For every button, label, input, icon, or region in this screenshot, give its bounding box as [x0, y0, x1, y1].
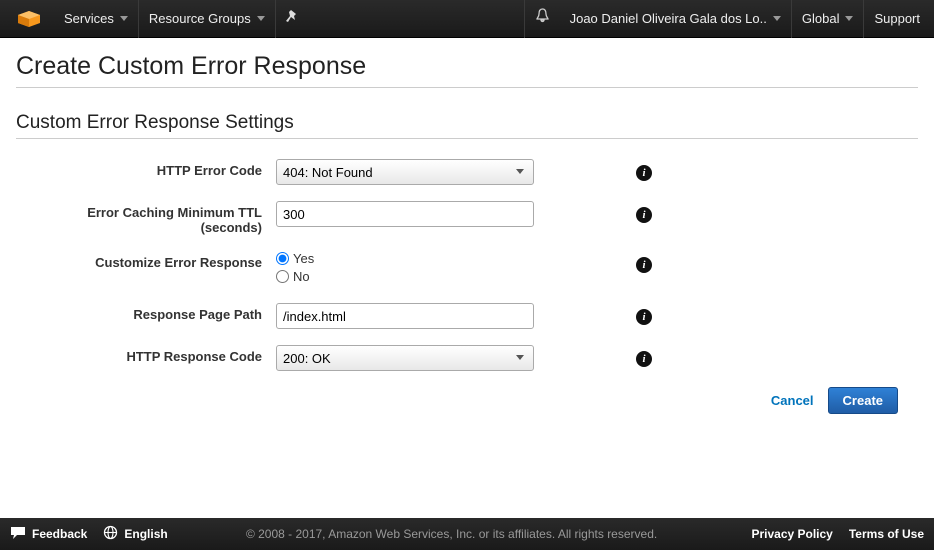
chevron-down-icon — [773, 16, 781, 21]
user-label: Joao Daniel Oliveira Gala dos Lo.. — [570, 11, 767, 26]
terms-link[interactable]: Terms of Use — [849, 527, 924, 541]
speech-bubble-icon — [10, 526, 26, 543]
form-actions: Cancel Create — [16, 387, 918, 414]
customize-yes-radio[interactable] — [276, 252, 289, 265]
customize-no-radio[interactable] — [276, 270, 289, 283]
row-http-error-code: HTTP Error Code 404: Not Found i — [16, 159, 918, 185]
http-error-code-select[interactable]: 404: Not Found — [276, 159, 534, 185]
bell-icon — [535, 8, 550, 29]
page-path-input[interactable] — [276, 303, 534, 329]
settings-form: HTTP Error Code 404: Not Found i Error C… — [16, 159, 918, 371]
support-label: Support — [874, 11, 920, 26]
chevron-down-icon — [845, 16, 853, 21]
ttl-input[interactable] — [276, 201, 534, 227]
pin-button[interactable] — [276, 0, 308, 38]
label-http-error-code: HTTP Error Code — [16, 159, 276, 178]
aws-logo-icon[interactable] — [14, 9, 44, 29]
info-http-response-code[interactable]: i — [636, 345, 652, 367]
http-response-code-select[interactable]: 200: OK — [276, 345, 534, 371]
resource-groups-label: Resource Groups — [149, 11, 251, 26]
info-http-error-code[interactable]: i — [636, 159, 652, 181]
info-page-path[interactable]: i — [636, 303, 652, 325]
info-icon: i — [636, 257, 652, 273]
customize-no-option[interactable]: No — [276, 269, 536, 284]
create-button[interactable]: Create — [828, 387, 898, 414]
label-page-path: Response Page Path — [16, 303, 276, 322]
info-icon: i — [636, 309, 652, 325]
top-nav: Services Resource Groups Joao Daniel Oli… — [0, 0, 934, 38]
services-label: Services — [64, 11, 114, 26]
region-label: Global — [802, 11, 840, 26]
user-menu[interactable]: Joao Daniel Oliveira Gala dos Lo.. — [560, 0, 792, 38]
label-customize: Customize Error Response — [16, 251, 276, 270]
privacy-link[interactable]: Privacy Policy — [751, 527, 832, 541]
section-title: Custom Error Response Settings — [16, 112, 918, 139]
info-icon: i — [636, 207, 652, 223]
copyright-text: © 2008 - 2017, Amazon Web Services, Inc.… — [168, 527, 736, 541]
row-page-path: Response Page Path i — [16, 303, 918, 329]
info-customize[interactable]: i — [636, 251, 652, 273]
label-http-response-code: HTTP Response Code — [16, 345, 276, 364]
globe-icon — [103, 525, 118, 543]
resource-groups-menu[interactable]: Resource Groups — [139, 0, 276, 38]
row-ttl: Error Caching Minimum TTL(seconds) i — [16, 201, 918, 235]
feedback-button[interactable]: Feedback — [10, 526, 87, 543]
region-menu[interactable]: Global — [792, 0, 865, 38]
label-ttl: Error Caching Minimum TTL(seconds) — [16, 201, 276, 235]
footer-bar: Feedback English © 2008 - 2017, Amazon W… — [0, 518, 934, 550]
customize-yes-option[interactable]: Yes — [276, 251, 536, 266]
row-http-response-code: HTTP Response Code 200: OK i — [16, 345, 918, 371]
page-title: Create Custom Error Response — [16, 52, 918, 88]
services-menu[interactable]: Services — [54, 0, 139, 38]
info-ttl[interactable]: i — [636, 201, 652, 223]
cancel-button[interactable]: Cancel — [771, 393, 814, 408]
pin-icon — [286, 10, 298, 27]
info-icon: i — [636, 165, 652, 181]
support-menu[interactable]: Support — [864, 0, 930, 38]
main-content: Create Custom Error Response Custom Erro… — [0, 38, 934, 414]
notifications-button[interactable] — [524, 0, 560, 38]
chevron-down-icon — [120, 16, 128, 21]
row-customize: Customize Error Response Yes No i — [16, 251, 918, 287]
language-button[interactable]: English — [103, 525, 167, 543]
chevron-down-icon — [257, 16, 265, 21]
info-icon: i — [636, 351, 652, 367]
